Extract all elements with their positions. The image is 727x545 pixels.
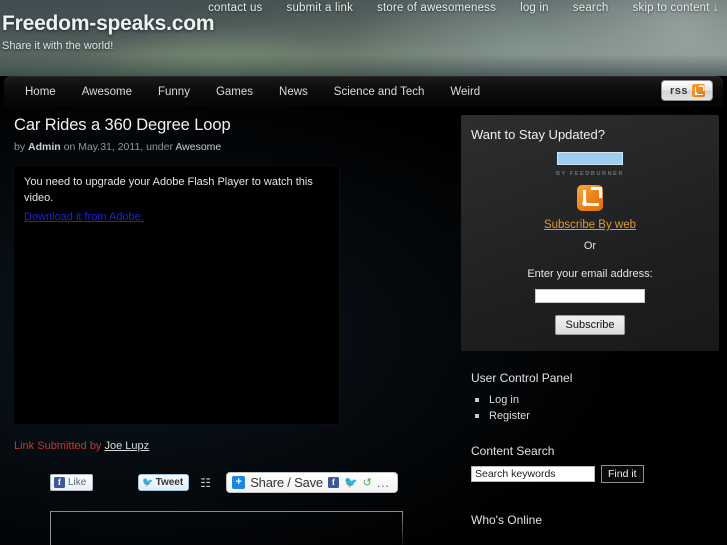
- site-title: Freedom-speaks.com: [2, 12, 215, 35]
- top-link-log-in[interactable]: log in: [520, 2, 549, 14]
- twitter-tweet-button[interactable]: 🐦 Tweet: [138, 474, 190, 491]
- site-branding[interactable]: Freedom-speaks.com Share it with the wor…: [2, 12, 215, 52]
- post-meta-under: under: [146, 141, 173, 153]
- plus-icon: +: [232, 476, 246, 489]
- facebook-like-label: Like: [68, 477, 87, 488]
- page-title: Car Rides a 360 Degree Loop: [14, 116, 231, 134]
- rss-feed-icon[interactable]: [577, 185, 603, 211]
- or-separator-text: Or: [583, 240, 597, 252]
- top-utility-nav: contact us submit a link store of awesom…: [208, 2, 719, 14]
- nav-item-science-and-tech[interactable]: Science and Tech: [321, 80, 438, 104]
- comment-form-box[interactable]: [50, 511, 403, 545]
- post-meta-by: by: [14, 141, 26, 153]
- subscribe-widget-title: Want to Stay Updated?: [471, 127, 605, 142]
- post-meta-on: on: [63, 141, 76, 153]
- nav-item-weird[interactable]: Weird: [437, 80, 493, 104]
- search-input[interactable]: [471, 466, 595, 482]
- feedburner-by-label: BY FEEDBURNER: [555, 171, 625, 177]
- top-link-search[interactable]: search: [573, 2, 609, 14]
- top-link-store-of-awesomeness[interactable]: store of awesomeness: [377, 2, 496, 14]
- nav-item-funny[interactable]: Funny: [145, 80, 203, 104]
- submitter-name-link[interactable]: Joe Lupz: [105, 440, 150, 452]
- facebook-mini-icon: f: [327, 477, 339, 488]
- nav-item-games[interactable]: Games: [203, 80, 266, 104]
- widget-subscribe: Want to Stay Updated? BY FEEDBURNER Subs…: [461, 115, 719, 351]
- feedburner-logo-icon: [557, 152, 623, 165]
- user-control-panel-list: Log in Register: [471, 392, 721, 424]
- flash-download-link[interactable]: Download it from Adobe.: [24, 211, 144, 223]
- twitter-tweet-label: Tweet: [155, 477, 184, 488]
- find-it-button[interactable]: Find it: [601, 465, 644, 483]
- nav-item-news[interactable]: News: [266, 80, 321, 104]
- main-navigation: Home Awesome Funny Games News Science an…: [4, 76, 723, 107]
- top-link-contact-us[interactable]: contact us: [208, 2, 262, 14]
- site-header: contact us submit a link store of awesom…: [0, 0, 727, 76]
- facebook-like-button[interactable]: f Like: [50, 474, 94, 491]
- share-save-button[interactable]: + Share / Save f 🐦 ↺ ...: [226, 472, 398, 493]
- main-column: Car Rides a 360 Degree Loop by Admin on …: [4, 107, 457, 545]
- more-options-icon[interactable]: ...: [377, 476, 390, 490]
- ucp-item-log-in-label: Log in: [489, 394, 519, 406]
- submitted-prefix: Link Submitted by: [14, 440, 102, 452]
- share-save-label: Share / Save: [250, 475, 323, 490]
- page-root: contact us submit a link store of awesom…: [0, 0, 727, 545]
- main-nav-items: Home Awesome Funny Games News Science an…: [4, 80, 493, 104]
- google-plus-icon[interactable]: ☷: [198, 476, 213, 490]
- ucp-item-log-in[interactable]: Log in: [471, 392, 721, 408]
- email-field[interactable]: [535, 289, 645, 303]
- content-search-row: Find it: [471, 465, 721, 483]
- content-area: Car Rides a 360 Degree Loop by Admin on …: [4, 107, 723, 545]
- post-author[interactable]: Admin: [28, 141, 61, 153]
- twitter-mini-icon: 🐦: [343, 477, 358, 489]
- email-field-label: Enter your email address:: [527, 268, 653, 280]
- content-search-title: Content Search: [471, 444, 555, 458]
- facebook-icon: f: [54, 477, 65, 488]
- ucp-item-register[interactable]: Register: [471, 408, 721, 424]
- widget-user-control-panel: User Control Panel Log in Register: [471, 371, 721, 424]
- widget-content-search: Content Search Find it: [471, 444, 721, 483]
- rss-button-label: rss: [669, 84, 688, 97]
- top-link-submit-a-link[interactable]: submit a link: [287, 2, 354, 14]
- link-submitted-by: Link Submitted by Joe Lupz: [14, 440, 445, 452]
- twitter-bird-icon: 🐦: [142, 477, 154, 487]
- nav-item-awesome[interactable]: Awesome: [69, 80, 145, 104]
- whos-online-title: Who's Online: [471, 513, 542, 527]
- post-date: May.31, 2011,: [78, 141, 144, 153]
- feedburner-branding: BY FEEDBURNER: [471, 152, 709, 177]
- top-link-skip-to-content[interactable]: skip to content ↓: [633, 2, 720, 14]
- rss-button[interactable]: rss: [660, 80, 713, 101]
- site-tagline: Share it with the world!: [2, 40, 114, 52]
- post-meta: by Admin on May.31, 2011, under Awesome: [14, 141, 445, 153]
- widget-whos-online: Who's Online: [471, 513, 721, 527]
- subscribe-button[interactable]: Subscribe: [554, 315, 626, 335]
- subscribe-by-web-link[interactable]: Subscribe By web: [471, 219, 709, 231]
- flash-player-placeholder[interactable]: You need to upgrade your Adobe Flash Pla…: [14, 166, 339, 424]
- social-share-bar: f Like 🐦 Tweet ☷ + Share / Save f 🐦 ↺ ..…: [14, 472, 445, 493]
- nav-item-home[interactable]: Home: [12, 80, 69, 104]
- refresh-mini-icon: ↺: [362, 477, 372, 489]
- rss-icon: [692, 84, 705, 97]
- user-control-panel-title: User Control Panel: [471, 371, 573, 385]
- post-category[interactable]: Awesome: [175, 141, 221, 153]
- sidebar: Want to Stay Updated? BY FEEDBURNER Subs…: [457, 107, 723, 545]
- flash-upgrade-message: You need to upgrade your Adobe Flash Pla…: [24, 176, 313, 204]
- ucp-item-register-label: Register: [489, 410, 530, 422]
